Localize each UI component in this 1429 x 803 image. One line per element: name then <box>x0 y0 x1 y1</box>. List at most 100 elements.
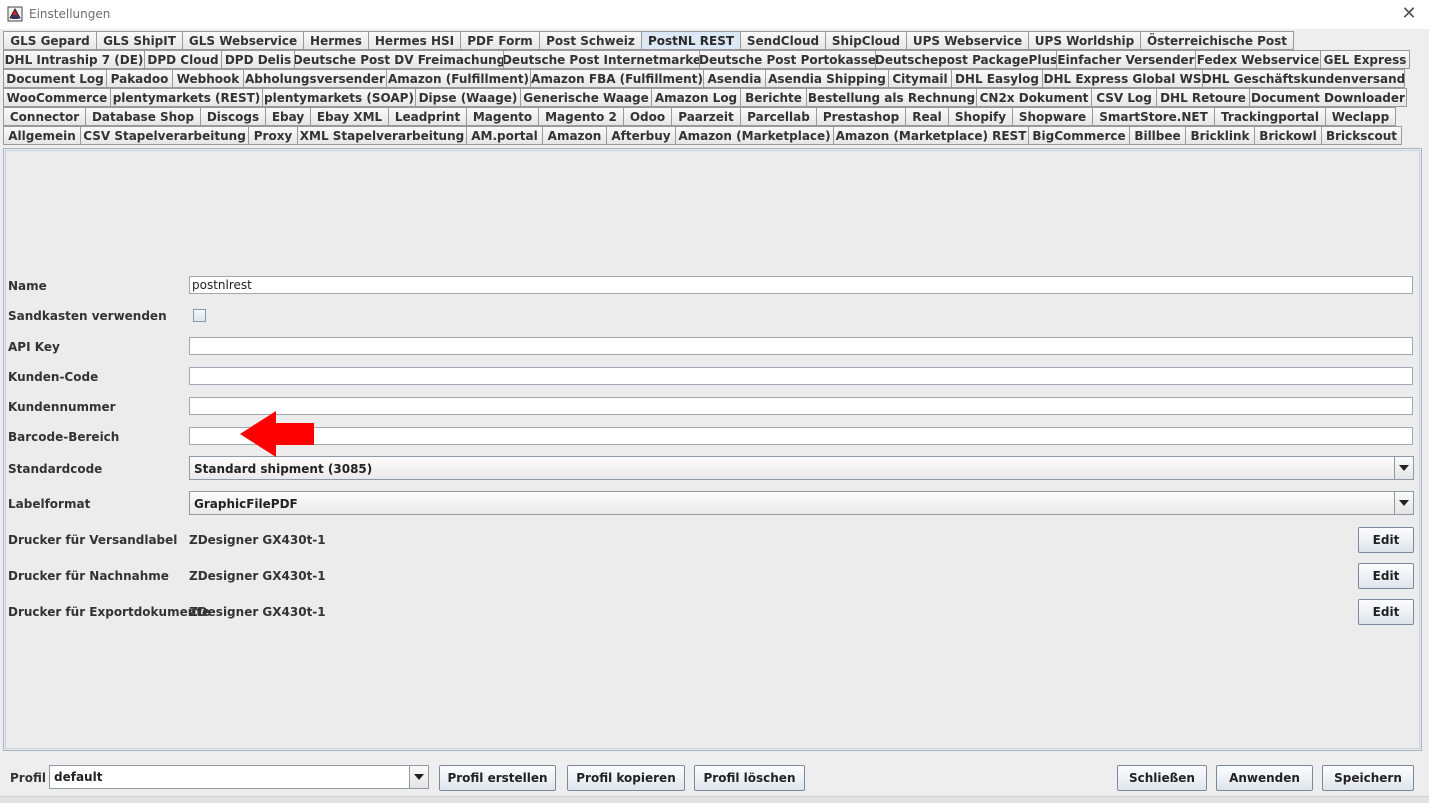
tab-hermes[interactable]: Hermes <box>303 31 369 50</box>
tab-csv-log[interactable]: CSV Log <box>1091 88 1157 107</box>
tab-österreichische-post[interactable]: Österreichische Post <box>1140 31 1294 50</box>
close-button[interactable]: Schließen <box>1117 765 1207 791</box>
tab-gls-webservice[interactable]: GLS Webservice <box>182 31 304 50</box>
edit-printer-export-button[interactable]: Edit <box>1358 599 1414 625</box>
tab-ups-worldship[interactable]: UPS Worldship <box>1028 31 1141 50</box>
tab-leadprint[interactable]: Leadprint <box>388 107 467 126</box>
tab-brickowl[interactable]: Brickowl <box>1254 126 1322 145</box>
tab-hermes-hsi[interactable]: Hermes HSI <box>368 31 461 50</box>
tab-bestellung-als-rechnung[interactable]: Bestellung als Rechnung <box>806 88 977 107</box>
tab-asendia[interactable]: Asendia <box>703 69 766 88</box>
tab-deutschepost-packageplus[interactable]: Deutschepost PackagePlus <box>875 50 1057 69</box>
tab-billbee[interactable]: Billbee <box>1129 126 1186 145</box>
tab-citymail[interactable]: Citymail <box>888 69 952 88</box>
tab-csv-stapelverarbeitung[interactable]: CSV Stapelverarbeitung <box>80 126 249 145</box>
edit-printer-cod-button[interactable]: Edit <box>1358 563 1414 589</box>
tab-abholungsversender[interactable]: Abholungsversender <box>243 69 387 88</box>
tab-odoo[interactable]: Odoo <box>623 107 672 126</box>
tab-trackingportal[interactable]: Trackingportal <box>1214 107 1326 126</box>
tab-pdf-form[interactable]: PDF Form <box>460 31 540 50</box>
name-field[interactable]: postnlrest <box>189 276 1413 294</box>
tab-discogs[interactable]: Discogs <box>200 107 266 126</box>
tab-allgemein[interactable]: Allgemein <box>3 126 81 145</box>
sandbox-checkbox[interactable] <box>193 309 206 322</box>
tab-amazon-fba-fulfillment[interactable]: Amazon FBA (Fulfillment) <box>530 69 704 88</box>
save-button[interactable]: Speichern <box>1322 765 1414 791</box>
tab-dhl-easylog[interactable]: DHL Easylog <box>951 69 1043 88</box>
tab-dhl-express-global-ws[interactable]: DHL Express Global WS <box>1042 69 1203 88</box>
tab-post-schweiz[interactable]: Post Schweiz <box>539 31 642 50</box>
tab-ebay-xml[interactable]: Ebay XML <box>310 107 389 126</box>
tab-shopify[interactable]: Shopify <box>948 107 1013 126</box>
tab-amazon[interactable]: Amazon <box>542 126 607 145</box>
tab-ups-webservice[interactable]: UPS Webservice <box>906 31 1029 50</box>
tab-amazon-marketplace[interactable]: Amazon (Marketplace) <box>675 126 834 145</box>
tab-real[interactable]: Real <box>905 107 949 126</box>
tab-document-downloader[interactable]: Document Downloader <box>1249 88 1407 107</box>
tab-amazon-fulfillment[interactable]: Amazon (Fulfillment) <box>386 69 531 88</box>
chevron-down-icon[interactable] <box>1394 457 1413 479</box>
tab-smartstore-net[interactable]: SmartStore.NET <box>1092 107 1215 126</box>
tab-amazon-log[interactable]: Amazon Log <box>651 88 741 107</box>
tab-connector[interactable]: Connector <box>3 107 86 126</box>
tab-am-portal[interactable]: AM.portal <box>466 126 543 145</box>
tab-woocommerce[interactable]: WooCommerce <box>3 88 111 107</box>
tab-bigcommerce[interactable]: BigCommerce <box>1028 126 1130 145</box>
tab-plentymarkets-rest[interactable]: plentymarkets (REST) <box>110 88 263 107</box>
tab-magento[interactable]: Magento <box>466 107 539 126</box>
copy-profile-button[interactable]: Profil kopieren <box>567 765 685 791</box>
tab-cn2x-dokument[interactable]: CN2x Dokument <box>976 88 1092 107</box>
tab-dhl-intraship-7-de[interactable]: DHL Intraship 7 (DE) <box>3 50 145 69</box>
tab-einfacher-versender[interactable]: Einfacher Versender <box>1056 50 1196 69</box>
chevron-down-icon[interactable] <box>1394 492 1413 514</box>
tab-generische-waage[interactable]: Generische Waage <box>520 88 652 107</box>
tab-paarzeit[interactable]: Paarzeit <box>671 107 741 126</box>
tab-dipse-waage[interactable]: Dipse (Waage) <box>415 88 521 107</box>
tab-postnl-rest[interactable]: PostNL REST <box>641 31 741 50</box>
tab-proxy[interactable]: Proxy <box>248 126 298 145</box>
tab-plentymarkets-soap[interactable]: plentymarkets (SOAP) <box>262 88 416 107</box>
tab-prestashop[interactable]: Prestashop <box>816 107 906 126</box>
customer-number-field[interactable] <box>189 397 1413 415</box>
tab-sendcloud[interactable]: SendCloud <box>740 31 826 50</box>
tab-dpd-delis[interactable]: DPD Delis <box>221 50 295 69</box>
barcode-field[interactable] <box>189 427 1413 445</box>
chevron-down-icon[interactable] <box>409 766 428 788</box>
tab-gel-express[interactable]: GEL Express <box>1320 50 1410 69</box>
tab-amazon-marketplace-rest[interactable]: Amazon (Marketplace) REST <box>833 126 1029 145</box>
delete-profile-button[interactable]: Profil löschen <box>694 765 805 791</box>
tab-asendia-shipping[interactable]: Asendia Shipping <box>765 69 889 88</box>
tab-deutsche-post-dv-freimachung[interactable]: Deutsche Post DV Freimachung <box>294 50 504 69</box>
tab-afterbuy[interactable]: Afterbuy <box>606 126 676 145</box>
create-profile-button[interactable]: Profil erstellen <box>439 765 556 791</box>
profile-select[interactable]: default <box>49 765 429 789</box>
labelformat-select[interactable]: GraphicFilePDF <box>189 491 1414 515</box>
tab-shopware[interactable]: Shopware <box>1012 107 1093 126</box>
tab-webhook[interactable]: Webhook <box>172 69 244 88</box>
tab-xml-stapelverarbeitung[interactable]: XML Stapelverarbeitung <box>297 126 467 145</box>
tab-deutsche-post-internetmarke[interactable]: Deutsche Post Internetmarke <box>503 50 700 69</box>
tab-parcellab[interactable]: Parcellab <box>740 107 817 126</box>
tab-gls-gepard[interactable]: GLS Gepard <box>3 31 97 50</box>
apikey-field[interactable] <box>189 337 1413 355</box>
edit-printer-label-button[interactable]: Edit <box>1358 527 1414 553</box>
tab-database-shop[interactable]: Database Shop <box>85 107 201 126</box>
tab-dhl-retoure[interactable]: DHL Retoure <box>1156 88 1250 107</box>
tab-fedex-webservice[interactable]: Fedex Webservice <box>1195 50 1321 69</box>
tab-document-log[interactable]: Document Log <box>3 69 107 88</box>
tab-shipcloud[interactable]: ShipCloud <box>825 31 907 50</box>
tab-ebay[interactable]: Ebay <box>265 107 311 126</box>
apply-button[interactable]: Anwenden <box>1216 765 1313 791</box>
tab-gls-shipit[interactable]: GLS ShipIT <box>96 31 183 50</box>
tab-berichte[interactable]: Berichte <box>740 88 807 107</box>
tab-magento-2[interactable]: Magento 2 <box>538 107 624 126</box>
tab-pakadoo[interactable]: Pakadoo <box>106 69 173 88</box>
standardcode-select[interactable]: Standard shipment (3085) <box>189 456 1414 480</box>
tab-bricklink[interactable]: Bricklink <box>1185 126 1255 145</box>
close-icon[interactable]: ✕ <box>1399 4 1419 24</box>
tab-deutsche-post-portokasse[interactable]: Deutsche Post Portokasse <box>699 50 876 69</box>
customer-code-field[interactable] <box>189 367 1413 385</box>
tab-weclapp[interactable]: Weclapp <box>1325 107 1396 126</box>
tab-dhl-geschäftskundenversand[interactable]: DHL Geschäftskundenversand <box>1202 69 1405 88</box>
tab-brickscout[interactable]: Brickscout <box>1321 126 1402 145</box>
